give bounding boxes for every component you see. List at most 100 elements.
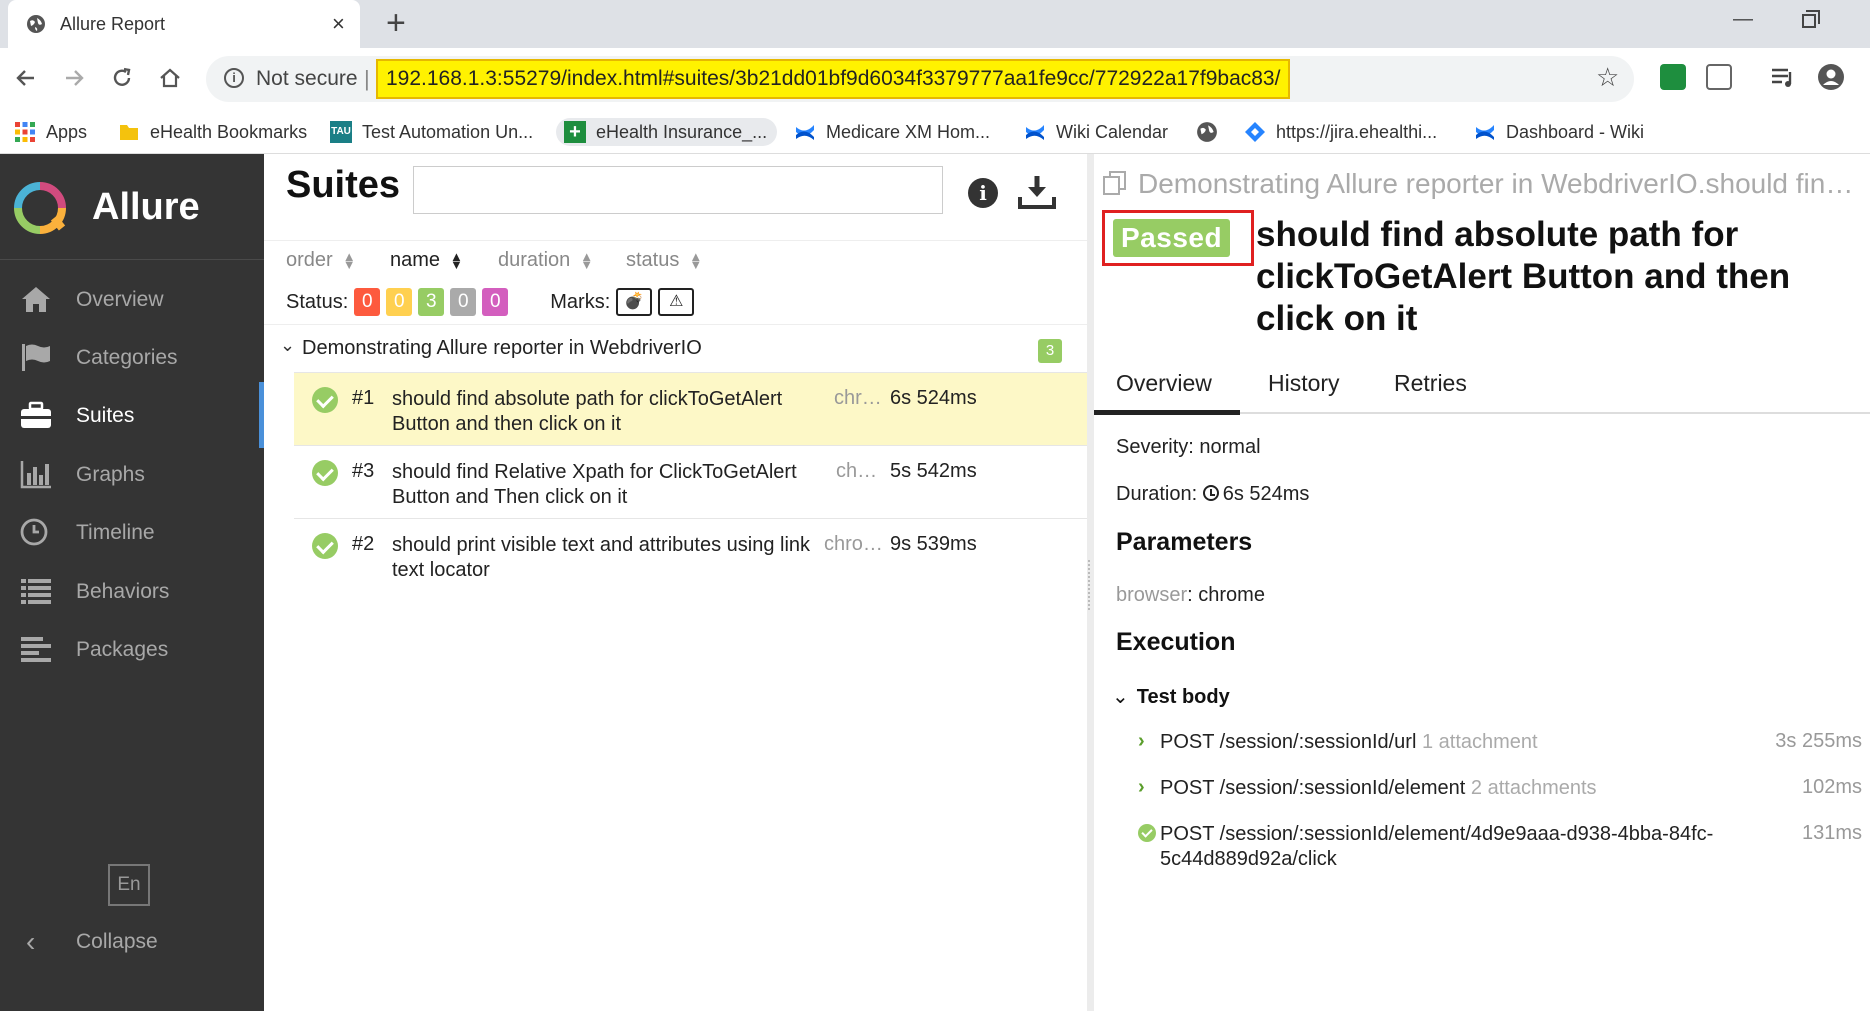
chevron-left-icon[interactable]: ‹ [26,926,35,958]
copy-icon[interactable] [1102,170,1128,196]
sort-label: duration [498,249,571,271]
suite-group-count: 3 [1038,339,1062,363]
sidebar-item-label: Categories [76,346,178,369]
table-row[interactable]: #2 should print visible text and attribu… [294,518,1087,591]
bomb-mark-icon[interactable]: 💣 [616,288,653,316]
breadcrumb: Demonstrating Allure reporter in Webdriv… [1138,168,1868,199]
splitter-grip[interactable] [1088,560,1093,610]
step-row[interactable]: › POST /session/:sessionId/url 1 attachm… [1138,730,1868,760]
url-text[interactable]: 192.168.1.3:55279/index.html#suites/3b21… [376,59,1291,99]
active-tab-indicator [1094,410,1240,415]
bookmark-jira[interactable]: https://jira.ehealthi... [1244,118,1437,146]
step-attachments: 2 attachments [1470,777,1597,799]
suite-group-header[interactable]: ⌄ Demonstrating Allure reporter in Webdr… [264,324,1087,372]
bookmark-star-icon[interactable]: ☆ [1596,62,1619,93]
sort-label: order [286,249,333,271]
chevron-down-icon: ⌄ [280,335,296,355]
sidebar-item-packages[interactable]: Packages [0,616,264,682]
tab-close-icon[interactable]: × [332,11,345,37]
status-badge: Passed [1113,219,1231,257]
address-bar[interactable]: i Not secure | 192.168.1.3:55279/index.h… [206,56,1634,102]
bookmark-medicare[interactable]: Medicare XM Hom... [794,118,990,146]
step-name: POST /session/:sessionId/element/4d9e9aa… [1160,823,1714,870]
tab-title: Allure Report [60,14,166,34]
sort-header: order ▲ ▼ name ▲ ▼ duration ▲ ▼ status ▲ ▼ [264,240,1087,278]
sidebar-item-behaviors[interactable]: Behaviors [0,558,264,624]
shield-extension-icon[interactable] [1706,64,1732,90]
forward-arrow-icon[interactable] [62,66,86,90]
reload-icon[interactable] [110,66,134,90]
status-badge-passed[interactable]: 3 [418,288,445,316]
test-body-label: Test body [1136,686,1230,708]
bookmark-ehealth-insurance[interactable]: + eHealth Insurance_... [556,118,778,146]
test-number: #3 [352,460,375,482]
test-browser: chr… [834,387,882,409]
media-queue-icon[interactable] [1770,64,1796,90]
tab-history[interactable]: History [1268,370,1340,397]
new-tab-button[interactable]: + [386,4,406,43]
info-icon[interactable]: i [968,178,998,208]
test-browser: chro… [824,533,883,555]
table-row[interactable]: #1 should find absolute path for clickTo… [294,372,1087,445]
sidebar-item-overview[interactable]: Overview [0,266,264,332]
test-duration: 9s 539ms [890,533,977,555]
profile-avatar-icon[interactable] [1818,64,1844,90]
sort-order[interactable]: order ▲ ▼ [286,249,356,272]
allure-logo-icon [14,182,66,234]
sidebar-item-graphs[interactable]: Graphs [0,441,264,507]
status-badge-broken[interactable]: 0 [386,288,413,316]
passed-check-icon [312,460,338,486]
status-filter: Status: 0 0 3 0 0 Marks: 💣 ⚠ [286,286,695,318]
sort-arrows-icon: ▲ ▼ [450,248,463,272]
warning-mark-icon[interactable]: ⚠ [658,288,695,316]
minimize-icon[interactable]: — [1733,8,1753,31]
sort-duration[interactable]: duration ▲ ▼ [498,249,593,272]
sidebar-item-timeline[interactable]: Timeline [0,499,264,565]
bookmark-label: eHealth Bookmarks [150,121,308,142]
restore-icon[interactable] [1802,10,1820,28]
sort-label: status [626,249,680,271]
sidebar-item-suites[interactable]: Suites [0,382,264,448]
language-switch[interactable]: En [108,864,150,906]
step-row[interactable]: › POST /session/:sessionId/element 2 att… [1138,776,1868,806]
status-badge-failed[interactable]: 0 [354,288,381,316]
suite-group-name: Demonstrating Allure reporter in Webdriv… [302,337,702,359]
test-number: #2 [352,533,375,555]
test-body-toggle[interactable]: ⌄ Test body [1112,684,1230,709]
sort-status[interactable]: status ▲ ▼ [626,249,702,272]
bookmark-wiki-calendar[interactable]: Wiki Calendar [1024,118,1168,146]
duration-value: 6s 524ms [1222,483,1310,505]
bookmark-apps[interactable]: Apps [14,118,87,146]
bookmark-dashboard-wiki[interactable]: Dashboard - Wiki [1474,118,1644,146]
page-title: Suites [286,164,401,206]
bookmark-label: Dashboard - Wiki [1506,121,1645,142]
sidebar-item-label: Timeline [76,521,155,544]
chevron-right-icon: › [1138,730,1145,752]
home-browser-icon[interactable] [158,66,182,90]
test-duration: 6s 524ms [890,387,977,409]
test-name: should find Relative Xpath for ClickToGe… [392,461,797,508]
sort-name[interactable]: name ▲ ▼ [390,249,463,272]
tab-retries[interactable]: Retries [1394,370,1467,397]
bookmark-globe[interactable] [1196,118,1228,146]
browser-tab[interactable]: Allure Report × [8,0,360,48]
status-badge-unknown[interactable]: 0 [482,288,509,316]
bookmark-test-automation[interactable]: TAU Test Automation Un... [330,118,533,146]
search-input[interactable] [413,166,943,214]
bookmark-ehealth-folder[interactable]: eHealth Bookmarks [118,118,307,146]
collapse-button[interactable]: Collapse [76,930,158,954]
table-row[interactable]: #3 should find Relative Xpath for ClickT… [294,445,1087,518]
green-extension-icon[interactable] [1660,64,1686,90]
site-info-icon[interactable]: i [224,68,244,88]
tab-overview[interactable]: Overview [1116,370,1212,397]
sidebar-item-categories[interactable]: Categories [0,324,264,390]
status-badge-skipped[interactable]: 0 [450,288,477,316]
sidebar-item-label: Packages [76,638,169,661]
align-left-icon [21,637,51,662]
brand[interactable]: Allure [0,154,264,260]
step-row[interactable]: POST /session/:sessionId/element/4d9e9aa… [1138,822,1868,876]
step-text: POST /session/:sessionId/url 1 attachmen… [1160,730,1760,755]
download-icon[interactable] [1017,174,1057,210]
parameter-row: browser: chrome [1116,584,1265,607]
back-arrow-icon[interactable] [14,66,38,90]
